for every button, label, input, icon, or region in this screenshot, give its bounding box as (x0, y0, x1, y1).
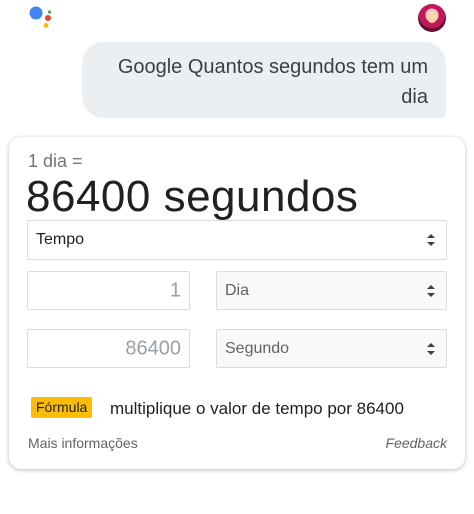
to-unit-select[interactable]: Segundo (216, 329, 447, 368)
unit-type-select[interactable]: Tempo (27, 220, 447, 260)
avatar-face (427, 11, 437, 23)
to-value-input[interactable]: 86400 (27, 329, 190, 368)
to-unit-value: Segundo (225, 339, 290, 357)
equation-result: 86400 segundos (26, 172, 359, 221)
query-text: Google Quantos segundos tem um dia (117, 56, 428, 108)
select-arrows-icon (427, 234, 435, 246)
formula-badge: Fórmula (31, 397, 93, 418)
from-value: 1 (169, 279, 181, 301)
from-unit-value: Dia (225, 281, 250, 299)
to-value: 86400 (125, 337, 181, 359)
top-bar (0, 0, 474, 40)
equation-input: 1 dia = (28, 151, 83, 171)
query-bubble: Google Quantos segundos tem um dia (82, 42, 446, 118)
user-avatar[interactable] (418, 4, 446, 32)
from-unit-select[interactable]: Dia (216, 271, 447, 310)
more-info-link[interactable]: Mais informações (28, 435, 138, 451)
select-arrows-icon (427, 284, 435, 297)
from-value-input[interactable]: 1 (27, 271, 190, 310)
unit-converter-card: 1 dia = 86400 segundos Tempo 1 Dia 86400… (9, 137, 465, 469)
unit-type-value: Tempo (36, 231, 85, 248)
google-assistant-icon[interactable] (28, 6, 56, 30)
formula-text: multiplique o valor de tempo por 86400 (110, 399, 404, 418)
select-arrows-icon (427, 342, 435, 355)
feedback-link[interactable]: Feedback (386, 435, 447, 451)
